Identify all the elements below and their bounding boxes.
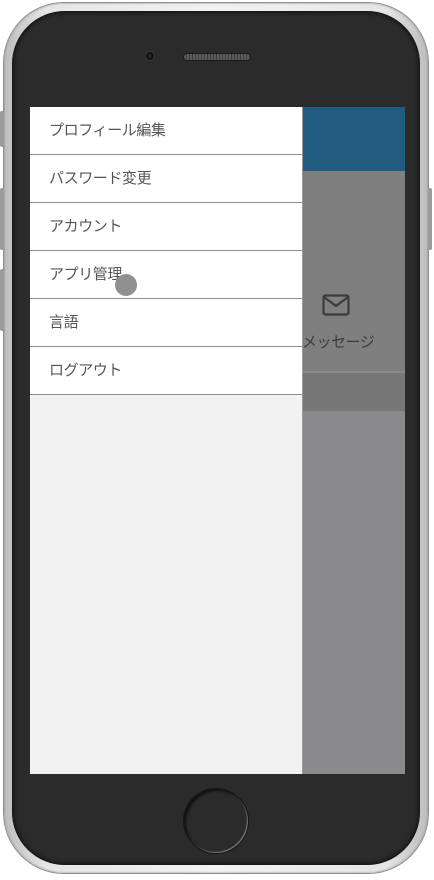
menu-item-edit-profile[interactable]: プロフィール編集 bbox=[30, 107, 302, 155]
power-button bbox=[428, 188, 432, 250]
front-camera bbox=[146, 52, 154, 60]
earpiece-speaker bbox=[184, 54, 250, 60]
volume-down-button bbox=[0, 269, 4, 331]
volume-up-button bbox=[0, 188, 4, 250]
mute-switch bbox=[0, 111, 4, 147]
touch-indicator bbox=[115, 274, 137, 296]
menu-item-change-password[interactable]: パスワード変更 bbox=[30, 155, 302, 203]
home-button[interactable] bbox=[184, 789, 248, 853]
menu-item-logout[interactable]: ログアウト bbox=[30, 347, 302, 395]
message-label: メッセージ bbox=[302, 333, 375, 351]
app-screen: メッセージ プロフィール編集 パスワード変更 アカウント アプリ管理 言語 ログ… bbox=[30, 107, 405, 774]
menu-item-app-management[interactable]: アプリ管理 bbox=[30, 251, 302, 299]
envelope-icon bbox=[322, 294, 350, 316]
side-drawer: プロフィール編集 パスワード変更 アカウント アプリ管理 言語 ログアウト bbox=[30, 107, 303, 774]
menu-item-language[interactable]: 言語 bbox=[30, 299, 302, 347]
menu-item-account[interactable]: アカウント bbox=[30, 203, 302, 251]
